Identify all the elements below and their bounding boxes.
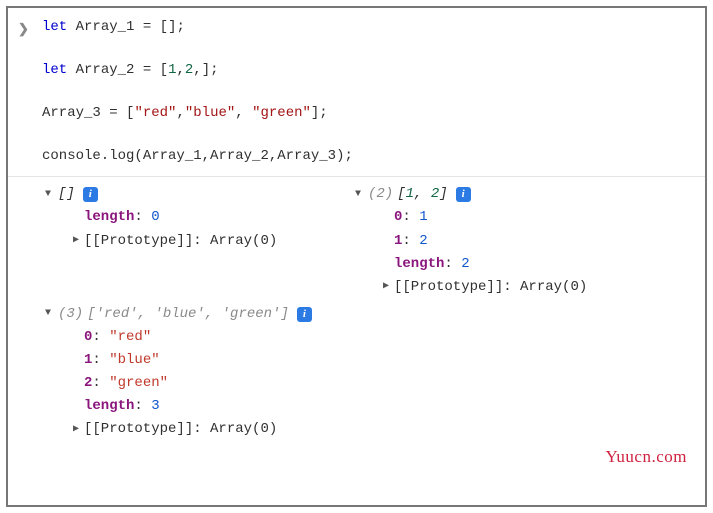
chevron-right-icon[interactable]: ▶ xyxy=(70,422,82,439)
property-row: 1: 2 xyxy=(394,230,695,253)
console-panel: ❯ let Array_1 = []; let Array_2 = [1,2,]… xyxy=(8,8,705,453)
chevron-down-icon[interactable]: ▼ xyxy=(42,306,54,323)
code-line: let Array_1 = []; xyxy=(42,16,695,39)
code-line: Array_3 = ["red","blue", "green"]; xyxy=(42,102,695,125)
prototype-row[interactable]: ▶ [[Prototype]]: Array(0) xyxy=(352,276,695,299)
array-summary[interactable]: [] xyxy=(58,183,75,206)
code-line: console.log(Array_1,Array_2,Array_3); xyxy=(42,145,695,168)
property-row: 1: "blue" xyxy=(84,349,695,372)
info-icon[interactable]: i xyxy=(456,187,471,202)
console-input-row: ❯ let Array_1 = []; let Array_2 = [1,2,]… xyxy=(8,16,705,176)
property-row: length: 2 xyxy=(394,253,695,276)
console-output: ▼ [] i length: 0 ▶ [[Prototype]]: Array(… xyxy=(8,176,705,445)
array-summary[interactable]: ['red', 'blue', 'green'] xyxy=(87,303,289,326)
property-row: 0: "red" xyxy=(84,326,695,349)
chevron-down-icon[interactable]: ▼ xyxy=(42,187,54,204)
chevron-down-icon[interactable]: ▼ xyxy=(352,187,364,204)
prototype-row[interactable]: ▶ [[Prototype]]: Array(0) xyxy=(42,418,695,441)
console-frame: ❯ let Array_1 = []; let Array_2 = [1,2,]… xyxy=(6,6,707,507)
code-block[interactable]: let Array_1 = []; let Array_2 = [1,2,]; … xyxy=(42,16,695,176)
property-row: length: 0 xyxy=(84,206,352,229)
prompt-icon: ❯ xyxy=(18,16,42,176)
output-array-1: ▼ [] i length: 0 ▶ [[Prototype]]: Array(… xyxy=(42,183,352,298)
info-icon[interactable]: i xyxy=(83,187,98,202)
output-array-2: ▼ (2) [1, 2] i 0: 1 1: 2 length: 2 ▶ [[P… xyxy=(352,183,695,298)
property-row: 2: "green" xyxy=(84,372,695,395)
output-array-3: ▼ (3) ['red', 'blue', 'green'] i 0: "red… xyxy=(42,303,695,442)
chevron-right-icon[interactable]: ▶ xyxy=(70,233,82,250)
chevron-right-icon[interactable]: ▶ xyxy=(380,279,392,296)
prototype-row[interactable]: ▶ [[Prototype]]: Array(0) xyxy=(42,230,352,253)
property-row: 0: 1 xyxy=(394,206,695,229)
info-icon[interactable]: i xyxy=(297,307,312,322)
watermark-text: Yuucn.com xyxy=(606,443,687,471)
property-row: length: 3 xyxy=(84,395,695,418)
code-line: let Array_2 = [1,2,]; xyxy=(42,59,695,82)
